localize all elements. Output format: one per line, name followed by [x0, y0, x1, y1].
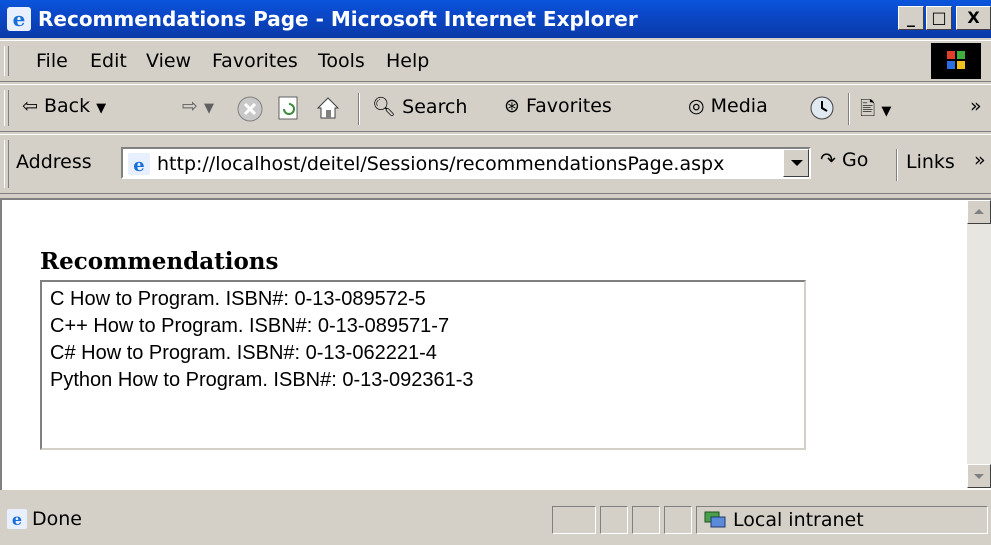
internet-explorer-icon: e [7, 7, 31, 31]
menu-bar: File Edit View Favorites Tools Help [0, 40, 991, 82]
favorites-star-icon: ⊛ [504, 95, 520, 117]
favorites-label: Favorites [525, 95, 612, 117]
scroll-up-button[interactable] [967, 200, 991, 224]
standard-toolbar: ⇦ Back ▼ ⇨ ▼ 🔍︎ Search ⊛ Favorites ◎ Med… [0, 84, 991, 132]
status-panel [600, 506, 628, 534]
back-button[interactable]: ⇦ Back ▼ [22, 95, 106, 117]
favorites-button[interactable]: ⊛ Favorites [504, 95, 612, 117]
back-label: Back [43, 95, 91, 117]
svg-text:e: e [133, 155, 144, 176]
menu-help[interactable]: Help [386, 50, 429, 72]
stop-icon[interactable] [236, 95, 264, 123]
forward-arrow-icon: ⇨ [182, 95, 198, 117]
status-panel [632, 506, 660, 534]
recommendations-heading: Recommendations [40, 248, 279, 275]
menu-view[interactable]: View [146, 50, 191, 72]
local-intranet-icon [704, 511, 726, 528]
scroll-down-button[interactable] [967, 464, 991, 488]
mail-dropdown-icon[interactable]: ▼ [881, 104, 891, 119]
mail-icon: 🖹︎ [860, 98, 876, 120]
page-icon: e [128, 153, 150, 176]
status-text: Done [32, 508, 82, 530]
menu-grip [4, 46, 9, 76]
forward-dropdown-icon[interactable]: ▼ [204, 101, 214, 116]
media-button[interactable]: ◎ Media [688, 95, 768, 117]
address-bar: Address e http://localhost/deitel/Sessio… [0, 134, 991, 194]
windows-logo-icon [931, 43, 981, 79]
zone-label: Local intranet [733, 509, 864, 531]
list-item[interactable]: C# How to Program. ISBN#: 0-13-062221-4 [50, 340, 796, 367]
toolbar-separator [848, 93, 850, 125]
links-button[interactable]: Links [906, 151, 955, 173]
minimize-button[interactable]: _ [898, 6, 924, 30]
status-panel [552, 506, 596, 534]
menu-favorites[interactable]: Favorites [212, 50, 298, 72]
refresh-icon[interactable] [276, 95, 302, 123]
status-panel [664, 506, 692, 534]
title-bar[interactable]: e Recommendations Page - Microsoft Inter… [0, 0, 991, 38]
svg-text:e: e [12, 510, 22, 529]
page-status-icon: e [7, 509, 27, 529]
window-title: Recommendations Page - Microsoft Interne… [38, 7, 638, 31]
go-label: Go [841, 149, 869, 171]
address-input[interactable]: e http://localhost/deitel/Sessions/recom… [121, 147, 811, 179]
svg-text:e: e [13, 7, 26, 31]
recommendations-listbox[interactable]: C How to Program. ISBN#: 0-13-089572-5 C… [40, 280, 806, 450]
list-item[interactable]: C How to Program. ISBN#: 0-13-089572-5 [50, 286, 796, 313]
address-separator [896, 149, 898, 181]
search-icon: 🔍︎ [372, 96, 397, 118]
address-dropdown-button[interactable] [783, 149, 809, 177]
maximize-button[interactable]: □ [926, 6, 952, 30]
list-item[interactable]: C++ How to Program. ISBN#: 0-13-089571-7 [50, 313, 796, 340]
forward-button[interactable]: ⇨ ▼ [182, 95, 214, 117]
page-content: Recommendations C How to Program. ISBN#:… [0, 198, 991, 490]
address-url: http://localhost/deitel/Sessions/recomme… [157, 153, 725, 175]
media-icon: ◎ [688, 95, 705, 117]
go-arrow-icon: ↷ [820, 149, 836, 171]
vertical-scrollbar[interactable] [967, 200, 991, 488]
toolbar-separator [358, 93, 360, 125]
history-icon[interactable] [808, 94, 836, 122]
home-icon[interactable] [314, 94, 342, 122]
toolbar-grip [4, 90, 9, 126]
menu-file[interactable]: File [36, 50, 68, 72]
zone-panel: Local intranet [696, 506, 988, 534]
close-button[interactable]: X [956, 6, 991, 30]
list-item[interactable]: Python How to Program. ISBN#: 0-13-09236… [50, 367, 796, 394]
status-bar: e Done Local intranet [0, 492, 991, 545]
go-button[interactable]: ↷ Go [820, 149, 868, 171]
search-label: Search [402, 96, 468, 118]
address-grip [4, 140, 9, 188]
toolbar-overflow-chevron[interactable]: » [970, 95, 982, 117]
address-label: Address [16, 151, 92, 173]
media-label: Media [710, 95, 768, 117]
mail-button[interactable]: 🖹︎ ▼ [860, 95, 891, 127]
links-chevron[interactable]: » [974, 149, 986, 171]
menu-tools[interactable]: Tools [318, 50, 365, 72]
back-dropdown-icon[interactable]: ▼ [96, 101, 106, 116]
menu-edit[interactable]: Edit [90, 50, 127, 72]
search-button[interactable]: 🔍︎ Search [372, 95, 467, 118]
back-arrow-icon: ⇦ [22, 95, 38, 117]
